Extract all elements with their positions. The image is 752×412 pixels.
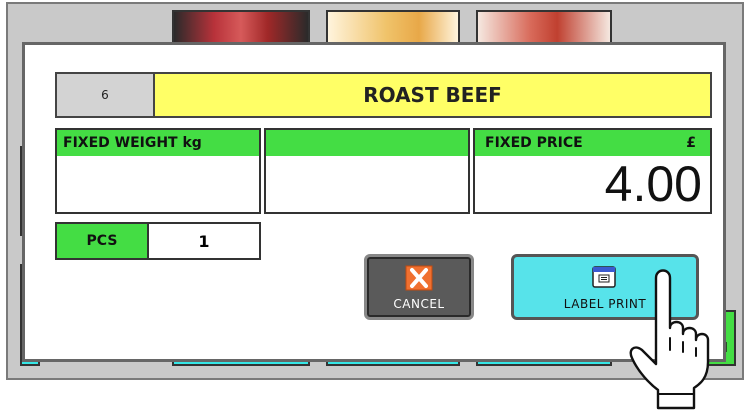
cancel-x-icon [405, 265, 433, 291]
plu-number-box: 6 [55, 72, 155, 118]
pcs-value: 1 [198, 231, 210, 251]
pcs-label-box: PCS [57, 224, 149, 258]
printer-icon [592, 266, 616, 288]
fixed-price-field[interactable]: FIXED PRICE £ 4.00 [473, 128, 712, 214]
pcs-label: PCS [86, 233, 118, 249]
middle-field[interactable] [264, 128, 470, 214]
pointing-hand-icon [629, 269, 710, 410]
fixed-price-currency: £ [686, 135, 696, 151]
fixed-price-label-bar: FIXED PRICE £ [475, 130, 710, 156]
pcs-field[interactable]: PCS 1 [55, 222, 261, 260]
plu-number: 6 [101, 88, 109, 102]
cancel-button[interactable]: CANCEL [364, 254, 474, 320]
cancel-label: CANCEL [393, 297, 445, 311]
item-name-box: ROAST BEEF [153, 72, 712, 118]
item-name: ROAST BEEF [363, 83, 502, 107]
fixed-weight-label: FIXED WEIGHT kg [63, 135, 202, 151]
middle-field-label-bar [266, 130, 468, 156]
fixed-weight-field[interactable]: FIXED WEIGHT kg [55, 128, 261, 214]
fixed-price-value: 4.00 [604, 156, 702, 212]
fixed-weight-label-bar: FIXED WEIGHT kg [57, 130, 259, 156]
fixed-price-label: FIXED PRICE [485, 135, 583, 151]
